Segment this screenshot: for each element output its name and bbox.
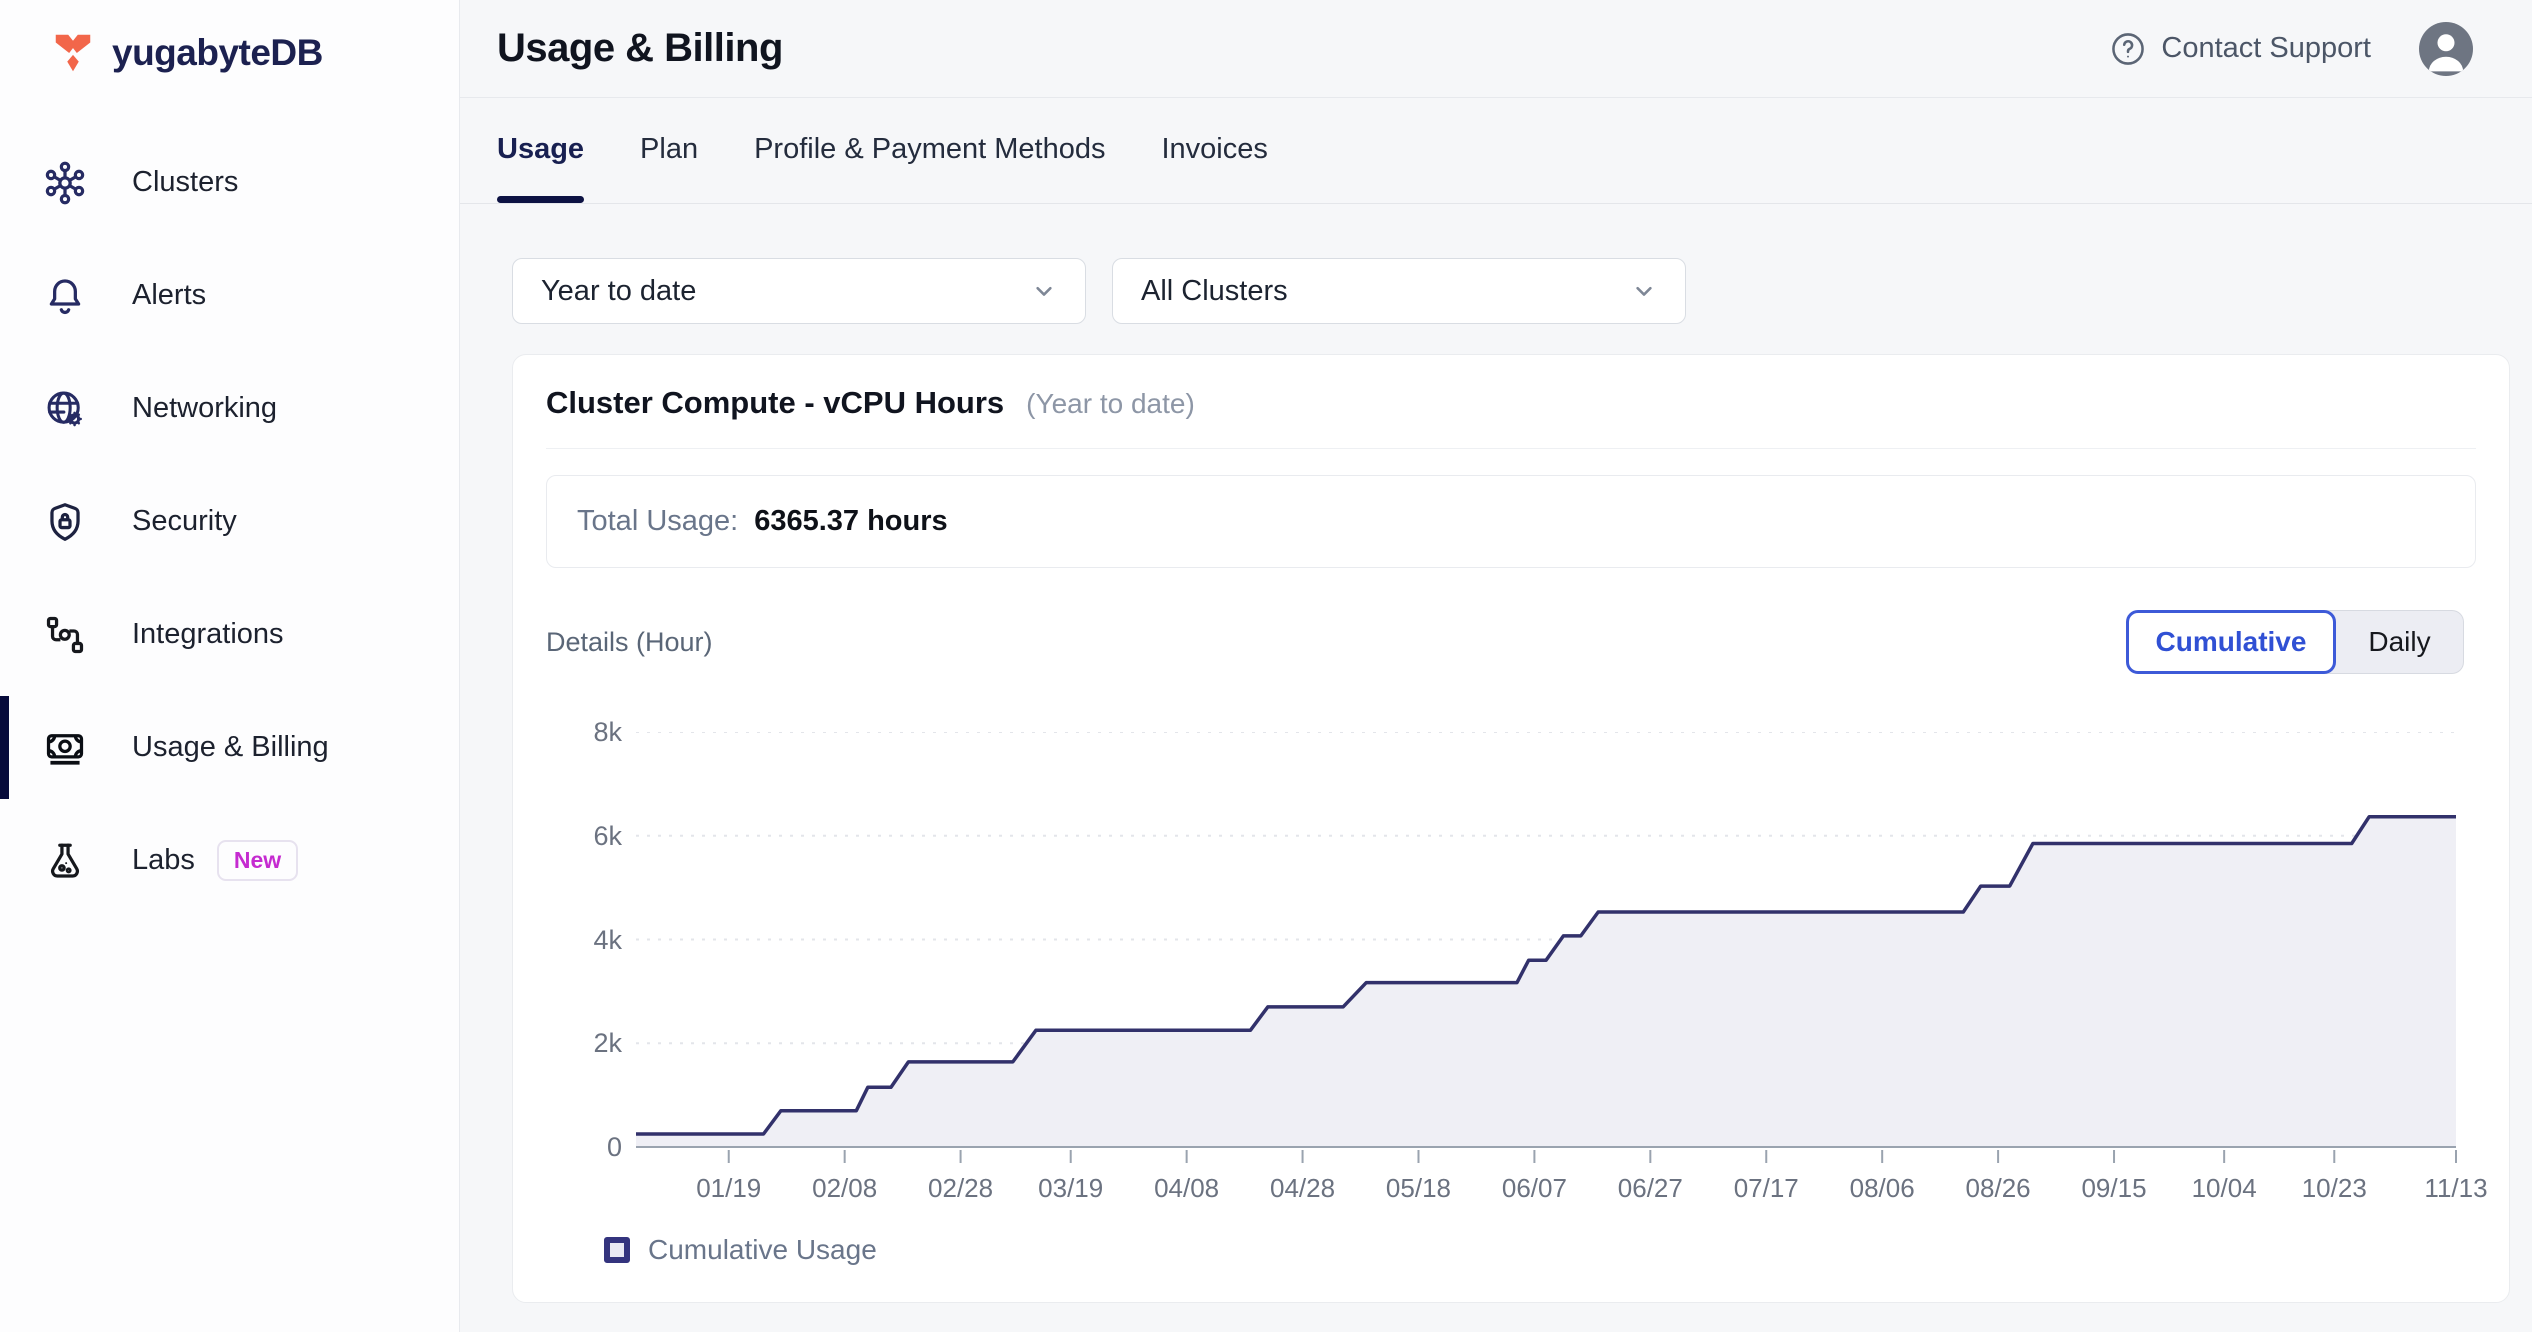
period-select[interactable]: Year to date [512, 258, 1086, 324]
cluster-select[interactable]: All Clusters [1112, 258, 1686, 324]
tab-profile-payment[interactable]: Profile & Payment Methods [754, 98, 1105, 203]
tab-bar: Usage Plan Profile & Payment Methods Invoic… [460, 98, 2532, 204]
legend-swatch-icon [604, 1237, 630, 1263]
x-axis-label: 02/28 [911, 1173, 1011, 1203]
sidebar-item-networking[interactable]: Networking [0, 352, 459, 465]
view-toggle: Cumulative Daily [2126, 610, 2464, 674]
main-content: Usage & Billing Contact Support UsagePl [460, 0, 2532, 1332]
sidebar: yugabyteDB Clusters Alerts Networking Secur… [0, 0, 460, 1332]
yugabytedb-logo-icon [50, 30, 96, 76]
brand-logo[interactable]: yugabyteDB [0, 0, 459, 76]
new-badge: New [217, 840, 298, 881]
sidebar-item-integrations[interactable]: Integrations [0, 578, 459, 691]
y-axis-label: 4k [546, 925, 622, 955]
x-axis-label: 05/18 [1368, 1173, 1468, 1203]
y-axis-label: 6k [546, 821, 622, 851]
total-usage-box: Total Usage: 6365.37 hours [546, 475, 2476, 568]
brand-name: yugabyteDB [112, 32, 323, 74]
contact-support-label: Contact Support [2161, 32, 2371, 65]
usage-billing-icon [42, 725, 88, 771]
x-axis-label: 09/15 [2064, 1173, 2164, 1203]
tab-invoices[interactable]: Invoices [1161, 98, 1267, 203]
security-icon [42, 499, 88, 545]
sidebar-nav: Clusters Alerts Networking Security Integrat… [0, 126, 459, 917]
page-title: Usage & Billing [497, 26, 783, 71]
x-axis-label: 06/27 [1600, 1173, 1700, 1203]
x-axis-label: 10/04 [2174, 1173, 2274, 1203]
sidebar-item-label: Networking [132, 392, 277, 425]
networking-icon [42, 386, 88, 432]
details-label: Details (Hour) [546, 627, 713, 658]
topbar: Usage & Billing Contact Support [460, 0, 2532, 98]
x-axis-label: 08/26 [1948, 1173, 2048, 1203]
chevron-down-icon [1027, 274, 1061, 308]
cumulative-toggle-button[interactable]: Cumulative [2126, 610, 2336, 674]
series-area-fill [636, 817, 2456, 1147]
sidebar-item-label: Alerts [132, 279, 206, 312]
usage-card: Cluster Compute - vCPU Hours (Year to da… [512, 354, 2510, 1303]
labs-icon [42, 838, 88, 884]
usage-chart: 0 2k 4k 6k 8k 01/19 02/08 02/28 03/19 04/08 04/28 0… [546, 720, 2476, 1220]
sidebar-item-label: Integrations [132, 618, 284, 651]
x-axis-label: 10/23 [2284, 1173, 2384, 1203]
x-axis-label: 02/08 [795, 1173, 895, 1203]
user-avatar[interactable] [2419, 22, 2473, 76]
sidebar-item-label: Labs [132, 844, 195, 877]
x-axis-label: 08/06 [1832, 1173, 1932, 1203]
y-axis-label: 2k [546, 1028, 622, 1058]
card-divider [546, 448, 2476, 449]
x-axis-label: 01/19 [679, 1173, 779, 1203]
sidebar-item-label: Usage & Billing [132, 731, 329, 764]
active-indicator-bar [0, 696, 9, 799]
x-axis-label: 06/07 [1484, 1173, 1584, 1203]
legend-label: Cumulative Usage [648, 1234, 877, 1266]
sidebar-item-usage-billing[interactable]: Usage & Billing [0, 691, 459, 804]
tab-usage[interactable]: Usage [497, 98, 584, 203]
topbar-actions: Contact Support [2109, 22, 2473, 76]
chart-legend-item[interactable]: Cumulative Usage [546, 1234, 2476, 1266]
sidebar-item-alerts[interactable]: Alerts [0, 239, 459, 352]
cluster-select-value: All Clusters [1141, 275, 1288, 308]
total-usage-label: Total Usage: [577, 505, 738, 538]
y-axis-label: 0 [546, 1132, 622, 1162]
filters-row: Year to date All Clusters [512, 258, 2532, 324]
total-usage-value: 6365.37 hours [754, 505, 947, 538]
integrations-icon [42, 612, 88, 658]
x-axis-label: 07/17 [1716, 1173, 1816, 1203]
sidebar-item-label: Clusters [132, 166, 238, 199]
period-select-value: Year to date [541, 275, 696, 308]
usage-card-header: Cluster Compute - vCPU Hours (Year to da… [546, 385, 2476, 421]
alerts-icon [42, 273, 88, 319]
tab-plan[interactable]: Plan [640, 98, 698, 203]
x-axis-label: 04/28 [1253, 1173, 1353, 1203]
x-axis-label: 03/19 [1021, 1173, 1121, 1203]
clusters-icon [42, 160, 88, 206]
sidebar-item-clusters[interactable]: Clusters [0, 126, 459, 239]
usage-card-title: Cluster Compute - vCPU Hours [546, 385, 1004, 421]
chart-plot-area[interactable] [636, 732, 2466, 1167]
usage-card-subtitle: (Year to date) [1026, 388, 1195, 420]
daily-toggle-button[interactable]: Daily [2324, 610, 2464, 674]
sidebar-item-label: Security [132, 505, 237, 538]
sidebar-item-labs[interactable]: Labs New [0, 804, 459, 917]
chevron-down-icon [1627, 274, 1661, 308]
y-axis-label: 8k [546, 717, 622, 747]
details-row: Details (Hour) Cumulative Daily [546, 610, 2476, 674]
x-axis-label: 11/13 [2406, 1173, 2506, 1203]
help-question-icon [2109, 30, 2147, 68]
x-axis-label: 04/08 [1137, 1173, 1237, 1203]
sidebar-item-security[interactable]: Security [0, 465, 459, 578]
contact-support-button[interactable]: Contact Support [2109, 30, 2371, 68]
